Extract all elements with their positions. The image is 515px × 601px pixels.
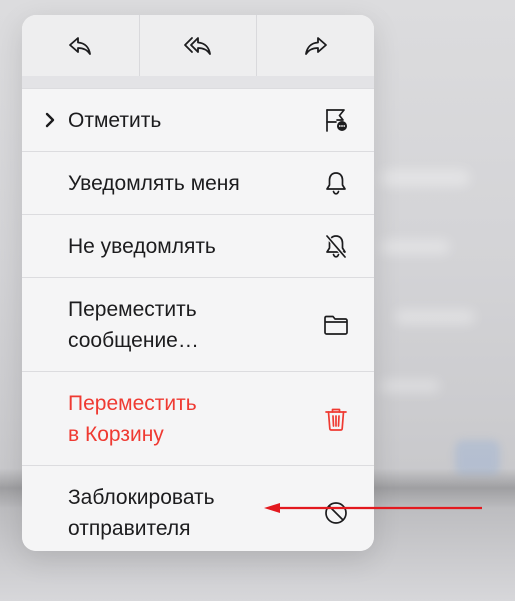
menu-item-notify-me[interactable]: Уведомлять меня bbox=[22, 151, 374, 214]
menu-item-label: Не уведомлять bbox=[68, 234, 216, 258]
menu-item-mute[interactable]: Не уведомлять bbox=[22, 214, 374, 277]
chevron-right-icon bbox=[45, 112, 55, 128]
bell-slash-icon bbox=[325, 234, 347, 259]
reply-all-button[interactable] bbox=[138, 15, 257, 76]
menu-item-move[interactable]: Переместить сообщение… bbox=[22, 277, 374, 371]
menu-item-label: в Корзину bbox=[68, 423, 164, 446]
trash-icon bbox=[325, 408, 347, 431]
menu-item-flag[interactable]: Отметить bbox=[22, 88, 374, 151]
reply-icon bbox=[69, 36, 92, 55]
annotation-arrow bbox=[264, 503, 482, 513]
forward-icon bbox=[304, 36, 327, 55]
reply-all-icon bbox=[184, 36, 211, 55]
menu-item-label: отправителя bbox=[68, 517, 191, 540]
menu-item-label: сообщение… bbox=[68, 329, 199, 352]
menu-item-label: Уведомлять меня bbox=[68, 171, 240, 195]
menu-item-label: Переместить bbox=[68, 298, 197, 321]
menu-item-label: Заблокировать bbox=[68, 486, 215, 509]
menu-item-move-to-trash[interactable]: Переместить в Корзину bbox=[22, 371, 374, 465]
folder-icon bbox=[324, 315, 348, 335]
context-menu: Отметить Уведомлять меня Не уведомлять П… bbox=[22, 15, 374, 551]
bell-icon bbox=[326, 172, 346, 195]
forward-button[interactable] bbox=[256, 15, 374, 76]
reply-button[interactable] bbox=[22, 15, 139, 76]
menu-item-label: Переместить bbox=[68, 392, 197, 415]
flag-icon bbox=[326, 109, 347, 132]
section-separator bbox=[22, 76, 374, 88]
quick-actions-bar bbox=[22, 15, 374, 76]
menu-item-label: Отметить bbox=[68, 108, 162, 132]
